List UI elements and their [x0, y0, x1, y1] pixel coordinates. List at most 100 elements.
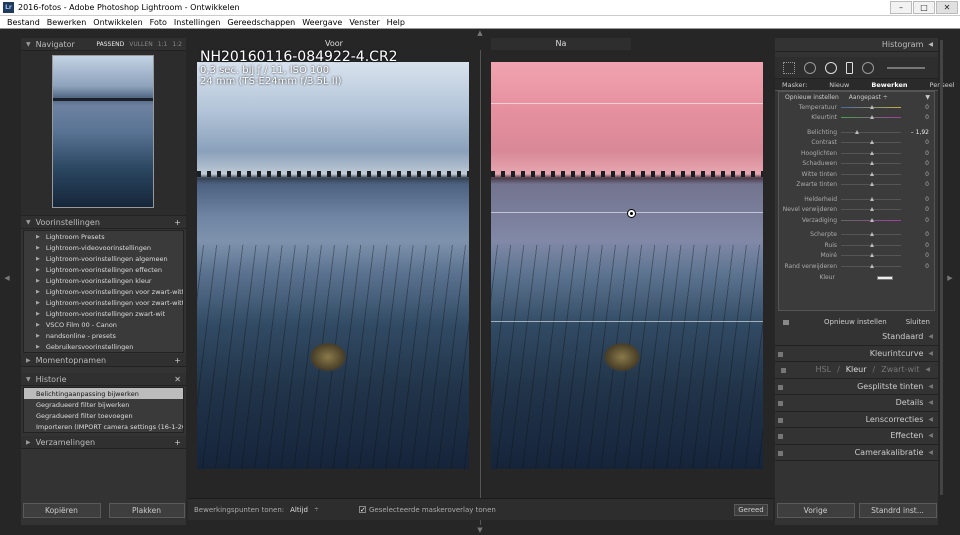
menu-help[interactable]: Help	[387, 18, 405, 27]
menu-instellingen[interactable]: Instellingen	[174, 18, 220, 27]
expand-arrow-icon[interactable]: ◀	[928, 333, 933, 340]
panel-switch-icon[interactable]	[778, 434, 783, 439]
menu-venster[interactable]: Venster	[349, 18, 379, 27]
collections-header[interactable]: ▶ Verzamelingen +	[21, 436, 186, 449]
filter-pin-icon[interactable]	[627, 209, 636, 218]
history-header[interactable]: ▼ Historie ✕	[21, 373, 186, 386]
before-image[interactable]	[197, 62, 469, 469]
right-panel-scrollbar[interactable]	[940, 40, 943, 495]
previous-button[interactable]: Vorige	[776, 502, 855, 518]
graduated-filter-line-bottom[interactable]	[491, 321, 763, 322]
reset-button[interactable]: Opnieuw instellen	[824, 318, 887, 326]
slider-value[interactable]: 0	[901, 263, 929, 270]
zoom-fill[interactable]: VULLEN	[129, 41, 152, 48]
zoom-1-1[interactable]: 1:1	[158, 41, 168, 48]
select-arrows-icon[interactable]: ÷	[314, 506, 319, 513]
preset-folder[interactable]: ▶ Gebruikersvoorinstellingen	[24, 341, 183, 352]
slider-value[interactable]: 0	[901, 196, 929, 203]
slider-value[interactable]: 0	[901, 242, 929, 249]
preset-folder[interactable]: ▶ nandsonline - presets	[24, 330, 183, 341]
close-panel-button[interactable]: Sluiten	[906, 318, 930, 326]
navigator-thumbnail[interactable]	[52, 55, 154, 208]
section-details[interactable]: Details ◀	[775, 395, 938, 412]
preset-folder[interactable]: ▶ Lightroom-videovoorinstellingen	[24, 242, 183, 253]
maximize-button[interactable]: □	[913, 1, 935, 14]
paste-button[interactable]: Plakken	[108, 502, 185, 518]
graduated-filter-icon[interactable]	[846, 61, 853, 74]
top-panel-toggle-icon[interactable]: ▲	[475, 29, 485, 37]
slider-row[interactable]: Verzadiging 0	[779, 215, 934, 226]
red-eye-icon[interactable]	[825, 61, 837, 74]
menu-foto[interactable]: Foto	[150, 18, 167, 27]
right-panel-toggle-icon[interactable]: ▶	[945, 274, 955, 282]
slider-value[interactable]: 0	[901, 160, 929, 167]
preset-folder[interactable]: ▶ Lightroom-voorinstellingen voor zwart-w…	[24, 297, 183, 308]
slider-row[interactable]: Contrast 0	[779, 138, 934, 149]
menu-gereedschappen[interactable]: Gereedschappen	[227, 18, 295, 27]
menu-bewerken[interactable]: Bewerken	[47, 18, 87, 27]
navigator-header[interactable]: ▼ Navigator PASSEND VULLEN 1:1 1:2	[21, 38, 186, 51]
slider-value[interactable]: 0	[901, 206, 929, 213]
clear-history-icon[interactable]: ✕	[174, 375, 181, 384]
preset-folder[interactable]: ▶ Lightroom-voorinstellingen zwart-wit	[24, 308, 183, 319]
reset-default-button[interactable]: Standrd inst...	[858, 502, 937, 518]
section-tone-curve[interactable]: Kleurintcurve ◀	[775, 346, 938, 362]
preset-folder[interactable]: ▶ Lightroom Presets	[24, 231, 183, 242]
slider-row[interactable]: Nevel verwijderen 0	[779, 205, 934, 216]
expand-arrow-icon[interactable]: ◀	[928, 449, 933, 456]
panel-switch-icon[interactable]	[778, 351, 783, 357]
section-split-toning[interactable]: Gesplitste tinten ◀	[775, 379, 938, 395]
menu-bestand[interactable]: Bestand	[7, 18, 40, 27]
expand-arrow-icon[interactable]: ◀	[928, 416, 933, 423]
expand-triangle-icon[interactable]: ▶	[26, 357, 31, 364]
collapse-triangle-icon[interactable]: ▼	[925, 94, 930, 101]
slider-value[interactable]: 0	[901, 114, 929, 121]
mask-new[interactable]: Nieuw	[829, 81, 849, 89]
slider-value[interactable]: 0	[901, 231, 929, 238]
zoom-1-2[interactable]: 1:2	[172, 41, 182, 48]
slider-row[interactable]: Hooglichten 0	[779, 148, 934, 159]
done-button[interactable]: Gereed	[734, 503, 768, 516]
expand-arrow-icon[interactable]: ◀	[928, 399, 933, 406]
presets-header[interactable]: ▼ Voorinstellingen +	[21, 216, 186, 229]
add-snapshot-icon[interactable]: +	[174, 356, 181, 365]
left-panel-toggle-icon[interactable]: ◀	[2, 274, 12, 282]
slider-row[interactable]: Moiré 0	[779, 251, 934, 262]
brush-slider-icon[interactable]	[887, 66, 925, 69]
panel-switch-icon[interactable]	[781, 368, 786, 373]
add-collection-icon[interactable]: +	[174, 438, 181, 447]
zoom-fit[interactable]: PASSEND	[96, 41, 124, 48]
navigator-preview[interactable]	[21, 51, 186, 216]
menu-ontwikkelen[interactable]: Ontwikkelen	[93, 18, 142, 27]
section-lens-corrections[interactable]: Lenscorrecties ◀	[775, 412, 938, 428]
slider-row[interactable]: Zwarte tinten 0	[779, 180, 934, 191]
slider-row[interactable]: Scherpte 0	[779, 230, 934, 241]
slider-row[interactable]: Schaduwen 0	[779, 159, 934, 170]
preset-folder[interactable]: ▶ Lightroom-voorinstellingen algemeen	[24, 253, 183, 264]
history-item[interactable]: Importeren (IMPORT camera settings (16-1…	[24, 421, 183, 432]
minimize-button[interactable]: –	[890, 1, 912, 14]
slider-row[interactable]: Belichting – 1,92	[779, 127, 934, 138]
close-button[interactable]: ✕	[936, 1, 958, 14]
show-edit-points-select[interactable]: Altijd	[290, 506, 308, 514]
preset-folder[interactable]: ▶ VSCO Film 00 - Canon	[24, 319, 183, 330]
slider-row[interactable]: Ruis 0	[779, 240, 934, 251]
slider-value[interactable]: 0	[901, 139, 929, 146]
slider-value[interactable]: 0	[901, 171, 929, 178]
panel-switch-icon[interactable]	[778, 417, 783, 423]
expand-arrow-icon[interactable]: ◀	[928, 350, 933, 357]
panel-switch-icon[interactable]	[778, 401, 783, 406]
section-hsl[interactable]: HSL / Kleur / Zwart-wit ◀	[775, 362, 938, 379]
slider-value[interactable]: 0	[901, 252, 929, 259]
expand-arrow-icon[interactable]: ◀	[928, 383, 933, 390]
menu-weergave[interactable]: Weergave	[302, 18, 342, 27]
collapse-triangle-icon[interactable]: ▼	[26, 376, 31, 383]
slider-row[interactable]: Kleurtint 0	[779, 113, 934, 124]
panel-switch-icon[interactable]	[783, 319, 789, 325]
after-image[interactable]	[491, 62, 763, 469]
section-camera-calibration[interactable]: Camerakalibratie ◀	[775, 445, 938, 461]
history-item[interactable]: Gegradueerd filter toevoegen	[24, 410, 183, 421]
slider-value[interactable]: 0	[901, 104, 929, 111]
color-row[interactable]: Kleur	[779, 272, 934, 284]
spot-removal-icon[interactable]	[804, 61, 816, 74]
